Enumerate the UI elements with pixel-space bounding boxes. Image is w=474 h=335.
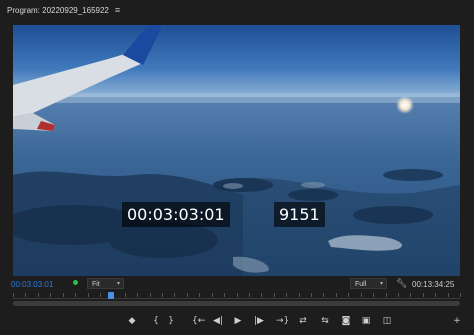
button-editor-button[interactable]: +: [452, 314, 462, 328]
ruler-tick: [248, 293, 250, 297]
ruler-tick: [236, 293, 238, 297]
ruler-tick: [348, 293, 350, 297]
overwrite-icon: ⇆: [321, 316, 329, 326]
transport-controls: ◆ {} {← ◀| ▶ |▶ →} ⇄ ⇆ ◙ ▣ ◫ +: [0, 311, 474, 331]
step-back-button[interactable]: ◀|: [213, 314, 223, 328]
go-to-out-icon: →}: [276, 316, 290, 326]
step-forward-button[interactable]: |▶: [254, 314, 264, 328]
comparison-view-icon: ▣: [361, 316, 371, 326]
export-frame-button[interactable]: ◙: [341, 314, 351, 328]
zoom-level-value: Fit: [92, 281, 100, 288]
ruler-tick: [311, 293, 312, 297]
ruler-tick: [323, 293, 325, 297]
play-icon: ▶: [234, 316, 242, 326]
zoom-scrollbar[interactable]: [13, 301, 460, 306]
ruler-tick: [25, 293, 27, 297]
ruler-tick: [298, 293, 300, 297]
monitor-controls: 00:03:03:01 Fit ▾ Full ▾ 🔧︎ 00:13:34:25: [0, 277, 474, 291]
ruler-tick: [397, 293, 399, 297]
program-monitor-viewer[interactable]: 00:03:03:01 9151: [13, 25, 460, 276]
step-back-icon: ◀|: [213, 316, 223, 326]
ruler-tick: [273, 293, 275, 297]
playhead[interactable]: [108, 292, 115, 299]
hamburger-menu-icon[interactable]: ≡: [115, 5, 120, 15]
insert-icon: ⇄: [299, 316, 307, 326]
overlay-timecode: 00:03:03:01: [122, 202, 230, 227]
ruler-tick: [335, 293, 337, 297]
ruler-tick: [50, 293, 52, 297]
chevron-down-icon: ▾: [379, 281, 383, 287]
ruler-tick: [37, 293, 39, 297]
go-to-in-icon: {←: [192, 316, 206, 326]
ruler-tick: [373, 293, 375, 297]
tick-row: [13, 293, 461, 299]
mark-in-button[interactable]: {: [151, 314, 161, 328]
ruler-tick: [87, 293, 89, 297]
mark-out-button[interactable]: }: [166, 314, 176, 328]
ruler-tick: [211, 293, 213, 297]
playback-resolution-value: Full: [355, 281, 367, 288]
proxy-icon: ◫: [382, 316, 392, 326]
wrench-icon[interactable]: 🔧︎: [396, 278, 407, 289]
mark-out-icon: }: [168, 316, 174, 326]
ruler-tick: [360, 293, 362, 297]
panel-header: Program: 20220929_165922 ≡: [0, 0, 474, 20]
ruler-tick: [447, 293, 449, 297]
ruler-tick: [174, 293, 176, 297]
overwrite-button[interactable]: ⇆: [320, 314, 330, 328]
ruler-tick: [261, 293, 263, 297]
zoom-level-select[interactable]: Fit ▾: [87, 278, 124, 289]
ruler-tick: [13, 293, 14, 297]
ruler-tick: [422, 293, 424, 297]
video-frame: [13, 25, 460, 276]
camera-icon: ◙: [341, 316, 351, 326]
insert-button[interactable]: ⇄: [298, 314, 308, 328]
duration-timecode: 00:13:34:25: [412, 279, 455, 289]
ruler-tick: [224, 293, 226, 297]
panel-title: Program: 20220929_165922: [7, 5, 109, 15]
overlay-frame-number: 9151: [274, 202, 325, 227]
toggle-proxies-button[interactable]: ◫: [382, 314, 392, 328]
go-to-in-button[interactable]: {←: [192, 314, 205, 328]
zoom-scrollbar-thumb[interactable]: [13, 301, 460, 306]
ruler-tick: [410, 293, 412, 297]
ruler-tick: [137, 293, 139, 297]
ruler-tick: [162, 293, 163, 297]
ruler-tick: [186, 293, 188, 297]
ruler-tick: [124, 293, 126, 297]
ruler-tick: [75, 293, 77, 297]
chevron-down-icon: ▾: [116, 281, 120, 287]
ruler-tick: [99, 293, 101, 297]
play-button[interactable]: ▶: [233, 314, 243, 328]
marker-icon: ◆: [128, 316, 136, 326]
status-dot: [73, 280, 78, 285]
ruler-tick: [460, 293, 461, 297]
ruler-tick: [62, 293, 64, 297]
ruler-tick: [149, 293, 151, 297]
go-to-out-button[interactable]: →}: [276, 314, 289, 328]
playback-resolution-select[interactable]: Full ▾: [350, 278, 387, 289]
ruler-tick: [286, 293, 288, 297]
ruler-tick: [385, 293, 387, 297]
mark-in-icon: {: [153, 316, 159, 326]
ruler-tick: [435, 293, 437, 297]
ruler-tick: [199, 293, 201, 297]
step-forward-icon: |▶: [254, 316, 264, 326]
timeline-ruler[interactable]: [13, 291, 461, 308]
comparison-view-button[interactable]: ▣: [361, 314, 371, 328]
plus-icon: +: [453, 316, 461, 326]
playhead-timecode[interactable]: 00:03:03:01: [11, 280, 53, 289]
add-marker-button[interactable]: ◆: [127, 314, 137, 328]
